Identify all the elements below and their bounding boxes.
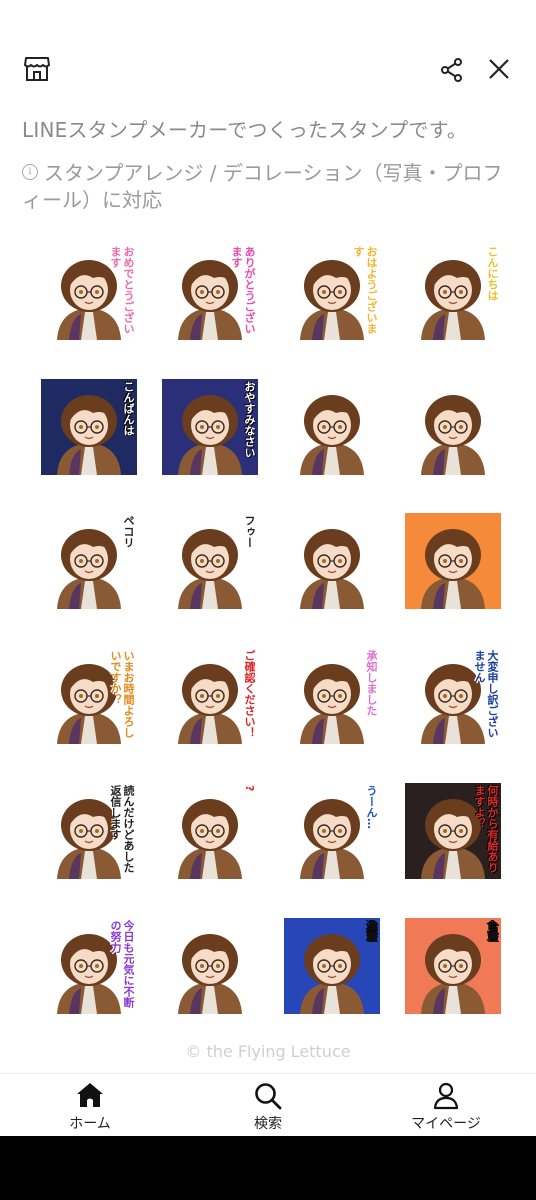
home-icon: [77, 1083, 103, 1107]
sticker-3[interactable]: おはようございます: [284, 244, 380, 340]
sticker-5[interactable]: こんばんは: [41, 379, 137, 475]
close-icon[interactable]: [488, 58, 510, 80]
sticker-10[interactable]: フゥー: [162, 513, 258, 609]
sticker-caption: 合憲: [486, 920, 499, 942]
nav-search-label: 検索: [254, 1116, 282, 1132]
bottom-nav: ホーム 検索 マイページ: [0, 1073, 536, 1137]
sticker-caption: おめでとうございます: [109, 246, 135, 334]
sticker-2[interactable]: ありがとうございます: [162, 244, 258, 340]
nav-search[interactable]: 検索: [208, 1074, 328, 1137]
sticker-8[interactable]: [405, 379, 501, 475]
nav-home-label: ホーム: [69, 1116, 111, 1132]
sticker-caption: ?: [243, 785, 256, 792]
user-icon: [433, 1082, 459, 1110]
arrange-info: i スタンプアレンジ / デコレーション（写真・プロフィール）に対応: [22, 160, 522, 214]
sticker-caption: おやすみなさい: [243, 381, 256, 458]
sticker-image: [405, 379, 501, 475]
shop-icon[interactable]: [24, 57, 50, 81]
sticker-4[interactable]: こんにちは: [405, 244, 501, 340]
sticker-image: [284, 379, 380, 475]
sticker-caption: ご確認ください！: [243, 650, 256, 738]
sticker-16[interactable]: 大変申し訳ございません: [405, 648, 501, 744]
share-icon[interactable]: [440, 58, 464, 82]
nav-mypage[interactable]: マイページ: [386, 1074, 506, 1137]
sticker-caption: 何時から有給ありますよ？: [473, 785, 499, 873]
sticker-image: [405, 513, 501, 609]
sticker-22[interactable]: [162, 918, 258, 1014]
sticker-19[interactable]: うーん…: [284, 783, 380, 879]
copyright: © the Flying Lettuce: [185, 1042, 351, 1061]
sticker-caption: こんにちは: [486, 246, 499, 301]
sticker-caption: 今日も元気に不断の努力: [109, 920, 135, 1008]
sticker-caption: 承知しました: [365, 650, 378, 716]
sticker-14[interactable]: ご確認ください！: [162, 648, 258, 744]
sticker-caption: ペコリ: [122, 515, 135, 548]
sticker-23[interactable]: 違憲: [284, 918, 380, 1014]
sticker-image: [162, 783, 258, 879]
info-icon: i: [22, 164, 38, 180]
sticker-caption: いまお時間よろしいですか？: [109, 650, 135, 738]
sticker-image: [284, 513, 380, 609]
sticker-7[interactable]: [284, 379, 380, 475]
sticker-caption: こんばんは: [122, 381, 135, 436]
sticker-caption: 読んだけどあした返信します: [109, 785, 135, 873]
maker-note: LINEスタンプメーカーでつくったスタンプです。: [22, 118, 468, 142]
sticker-caption: 大変申し訳ございません: [473, 650, 499, 738]
nav-mypage-label: マイページ: [411, 1116, 481, 1132]
sticker-18[interactable]: ?: [162, 783, 258, 879]
sticker-caption: フゥー: [243, 515, 256, 548]
sticker-caption: おはようございます: [352, 246, 378, 334]
sticker-caption: うーん…: [365, 785, 378, 829]
sticker-1[interactable]: おめでとうございます: [41, 244, 137, 340]
nav-home[interactable]: ホーム: [30, 1074, 150, 1137]
sticker-13[interactable]: いまお時間よろしいですか？: [41, 648, 137, 744]
sticker-image: [162, 918, 258, 1014]
system-bar: [0, 1136, 536, 1200]
sticker-15[interactable]: 承知しました: [284, 648, 380, 744]
sticker-grid: おめでとうございます ありがとうございます おはようございます こんにちはこんばんは お…: [0, 238, 536, 1028]
sticker-24[interactable]: 合憲: [405, 918, 501, 1014]
sticker-12[interactable]: [405, 513, 501, 609]
sticker-9[interactable]: ペコリ: [41, 513, 137, 609]
sticker-6[interactable]: おやすみなさい: [162, 379, 258, 475]
sticker-caption: ありがとうございます: [230, 246, 256, 334]
sticker-11[interactable]: [284, 513, 380, 609]
sticker-20[interactable]: 何時から有給ありますよ？: [405, 783, 501, 879]
arrange-info-text: スタンプアレンジ / デコレーション（写真・プロフィール）に対応: [22, 161, 503, 212]
sticker-17[interactable]: 読んだけどあした返信します: [41, 783, 137, 879]
search-icon: [255, 1083, 282, 1110]
sticker-21[interactable]: 今日も元気に不断の努力: [41, 918, 137, 1014]
sticker-caption: 違憲: [365, 920, 378, 942]
